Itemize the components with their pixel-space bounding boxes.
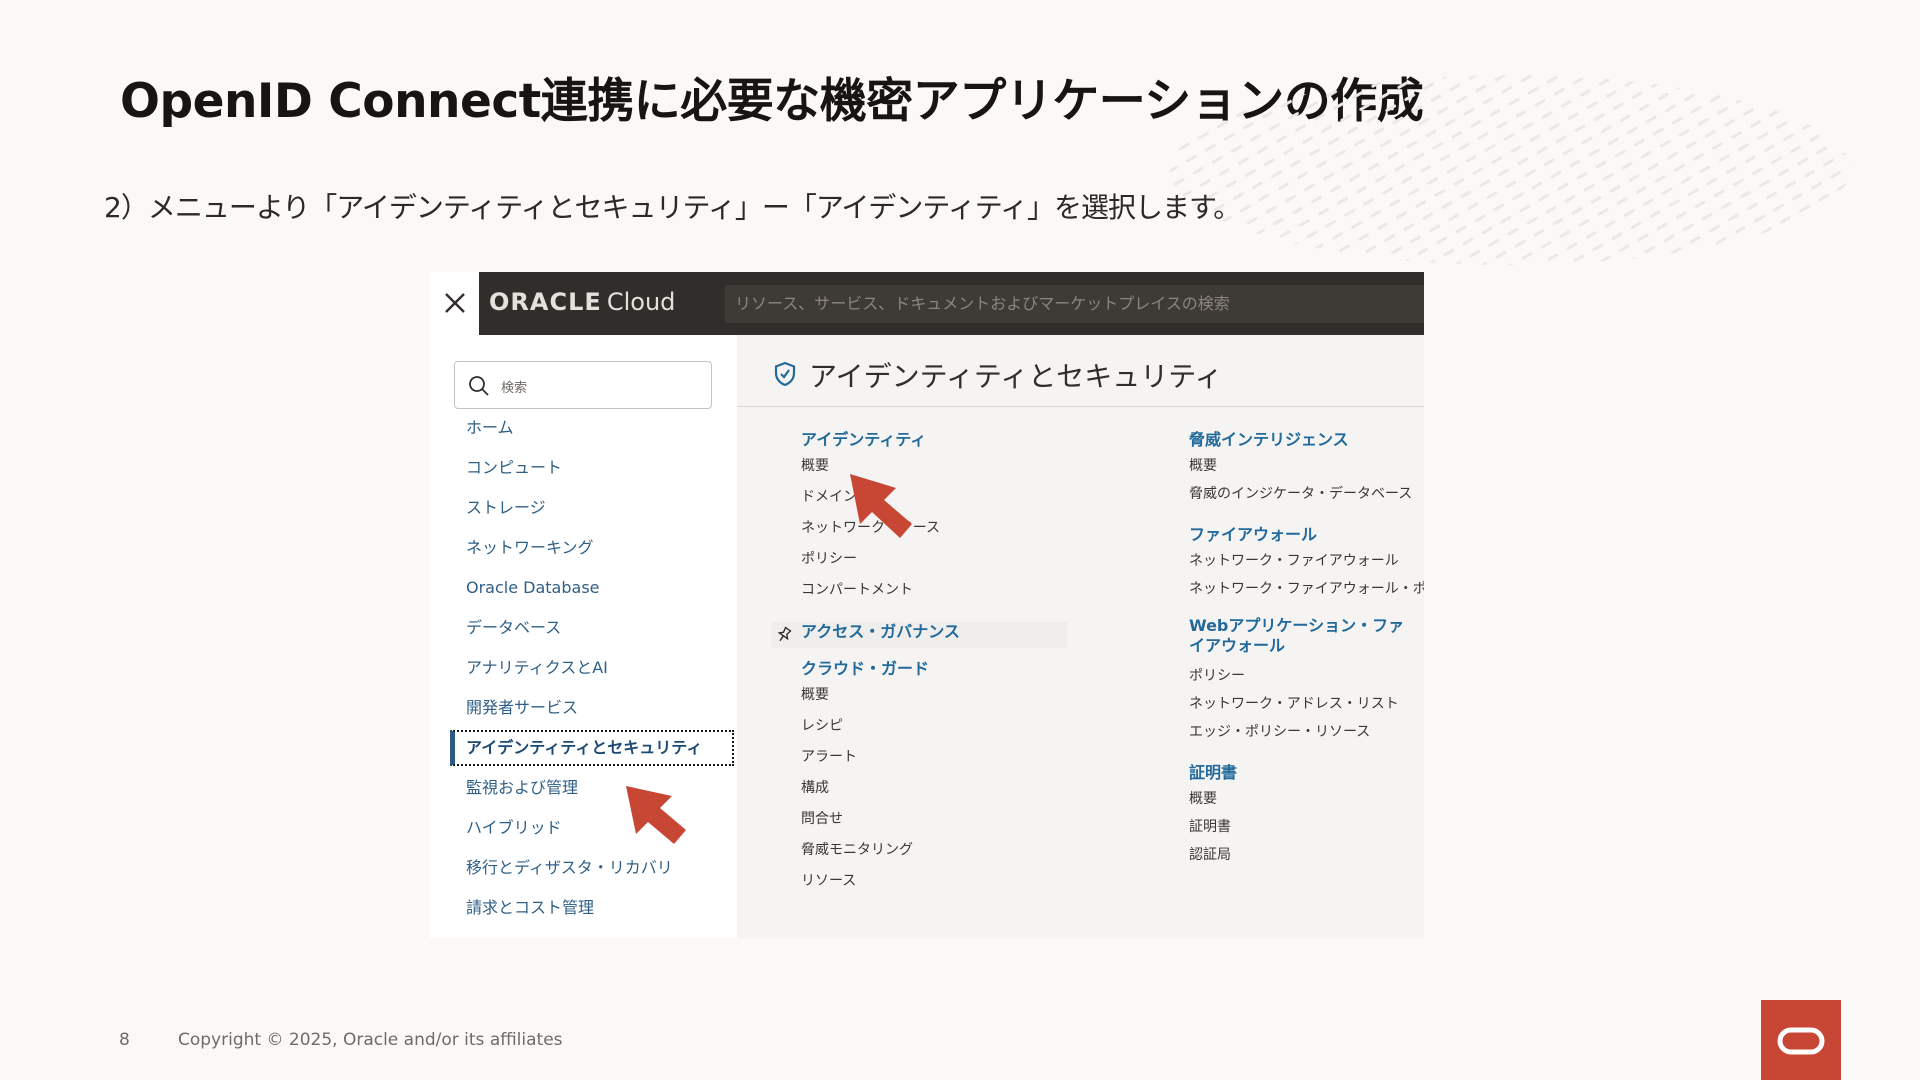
close-icon[interactable]	[440, 288, 470, 318]
global-search-input[interactable]: リソース、サービス、ドキュメントおよびマーケットプレイスの検索	[725, 285, 1424, 323]
pointer-arrow-domain	[850, 474, 912, 538]
instruction-text: 2）メニューより「アイデンティティとセキュリティ」ー「アイデンティティ」を選択し…	[104, 191, 1241, 224]
menu-item[interactable]: ストレージ	[466, 496, 546, 520]
pin-icon[interactable]	[775, 626, 793, 644]
logo-oracle-text: ORACLE	[489, 288, 602, 316]
menu-link[interactable]: ネットワーク・アドレス・リスト	[1189, 693, 1399, 713]
menu-item[interactable]: 監視および管理	[466, 776, 578, 800]
console-screenshot: ORACLE Cloud リソース、サービス、ドキュメントおよびマーケットプレイ…	[430, 272, 1424, 938]
menu-section-heading[interactable]: 脅威インテリジェンス	[1189, 426, 1349, 450]
menu-link[interactable]: 問合せ	[801, 808, 843, 828]
decorative-pattern	[1170, 75, 1850, 265]
menu-link[interactable]: アラート	[801, 746, 857, 766]
menu-link[interactable]: ポリシー	[1189, 665, 1245, 685]
menu-link[interactable]: 構成	[801, 777, 829, 797]
section-title: アイデンティティとセキュリティ	[809, 360, 1223, 393]
menu-item[interactable]: 移行とディザスタ・リカバリ	[466, 856, 673, 880]
oracle-o-icon	[1761, 1000, 1841, 1080]
menu-item[interactable]: コンピュート	[466, 456, 562, 480]
menu-section-heading[interactable]: アイデンティティ	[801, 426, 926, 450]
menu-search-input[interactable]: 検索	[454, 361, 712, 409]
menu-link[interactable]: ネットワーク・ファイアウォール	[1189, 550, 1399, 570]
section-header: アイデンティティとセキュリティ	[737, 335, 1424, 407]
menu-link[interactable]: ネットワーク・ファイアウォール・ポリシー	[1189, 578, 1424, 598]
menu-item[interactable]: 請求とコスト管理	[466, 896, 594, 920]
menu-item-identity-security-active[interactable]: アイデンティティとセキュリティ	[450, 730, 734, 766]
menu-link[interactable]: 脅威モニタリング	[801, 839, 913, 859]
menu-item[interactable]: データベース	[466, 616, 561, 640]
menu-link[interactable]: エッジ・ポリシー・リソース	[1189, 721, 1370, 741]
menu-link[interactable]: 概要	[1189, 455, 1217, 475]
menu-link[interactable]: 認証局	[1189, 844, 1231, 864]
menu-section-heading[interactable]: クラウド・ガード	[801, 655, 929, 679]
menu-search-placeholder: 検索	[501, 381, 528, 396]
menu-link[interactable]: 証明書	[1189, 816, 1231, 836]
menu-link[interactable]: 概要	[1189, 788, 1217, 808]
menu-link[interactable]: コンパートメント	[801, 579, 913, 599]
menu-item[interactable]: 開発者サービス	[466, 696, 578, 720]
menu-link[interactable]: 概要	[801, 684, 829, 704]
menu-link[interactable]: レシピ	[801, 715, 843, 735]
menu-item[interactable]: ネットワーキング	[466, 536, 594, 560]
logo-cloud-text: Cloud	[606, 288, 676, 316]
search-icon	[469, 376, 489, 396]
console-header: ORACLE Cloud リソース、サービス、ドキュメントおよびマーケットプレイ…	[479, 272, 1424, 335]
pointer-arrow-identity-security	[626, 786, 686, 844]
menu-link[interactable]: ポリシー	[801, 548, 857, 568]
menu-section-heading[interactable]: アクセス・ガバナンス	[801, 618, 960, 642]
navigation-menu: 検索 ホームコンピュート ストレージネットワーキング Oracle Database…	[430, 335, 737, 938]
menu-section-heading[interactable]: ファイアウォール	[1189, 521, 1317, 545]
menu-item[interactable]: Oracle Database	[466, 576, 600, 600]
oracle-cloud-logo[interactable]: ORACLE Cloud	[489, 288, 675, 316]
menu-section-heading[interactable]: Webアプリケーション・ファイアウォール	[1189, 616, 1419, 656]
shield-icon	[774, 361, 796, 387]
page-number: 8	[119, 1030, 130, 1050]
menu-item[interactable]: ハイブリッド	[466, 816, 562, 840]
menu-item[interactable]: アナリティクスとAI	[466, 656, 608, 680]
menu-panel: アイデンティティとセキュリティ アイデンティティ 概要 ドメイン ネットワーク・ソース…	[737, 335, 1424, 938]
menu-item[interactable]: ホーム	[466, 416, 514, 440]
copyright-text: Copyright © 2025, Oracle and/or its affi…	[178, 1030, 563, 1050]
menu-link[interactable]: リソース	[801, 870, 856, 890]
menu-link[interactable]: 脅威のインジケータ・データベース	[1189, 483, 1412, 503]
menu-section-heading[interactable]: 証明書	[1189, 759, 1237, 783]
menu-link[interactable]: 概要	[801, 455, 829, 475]
